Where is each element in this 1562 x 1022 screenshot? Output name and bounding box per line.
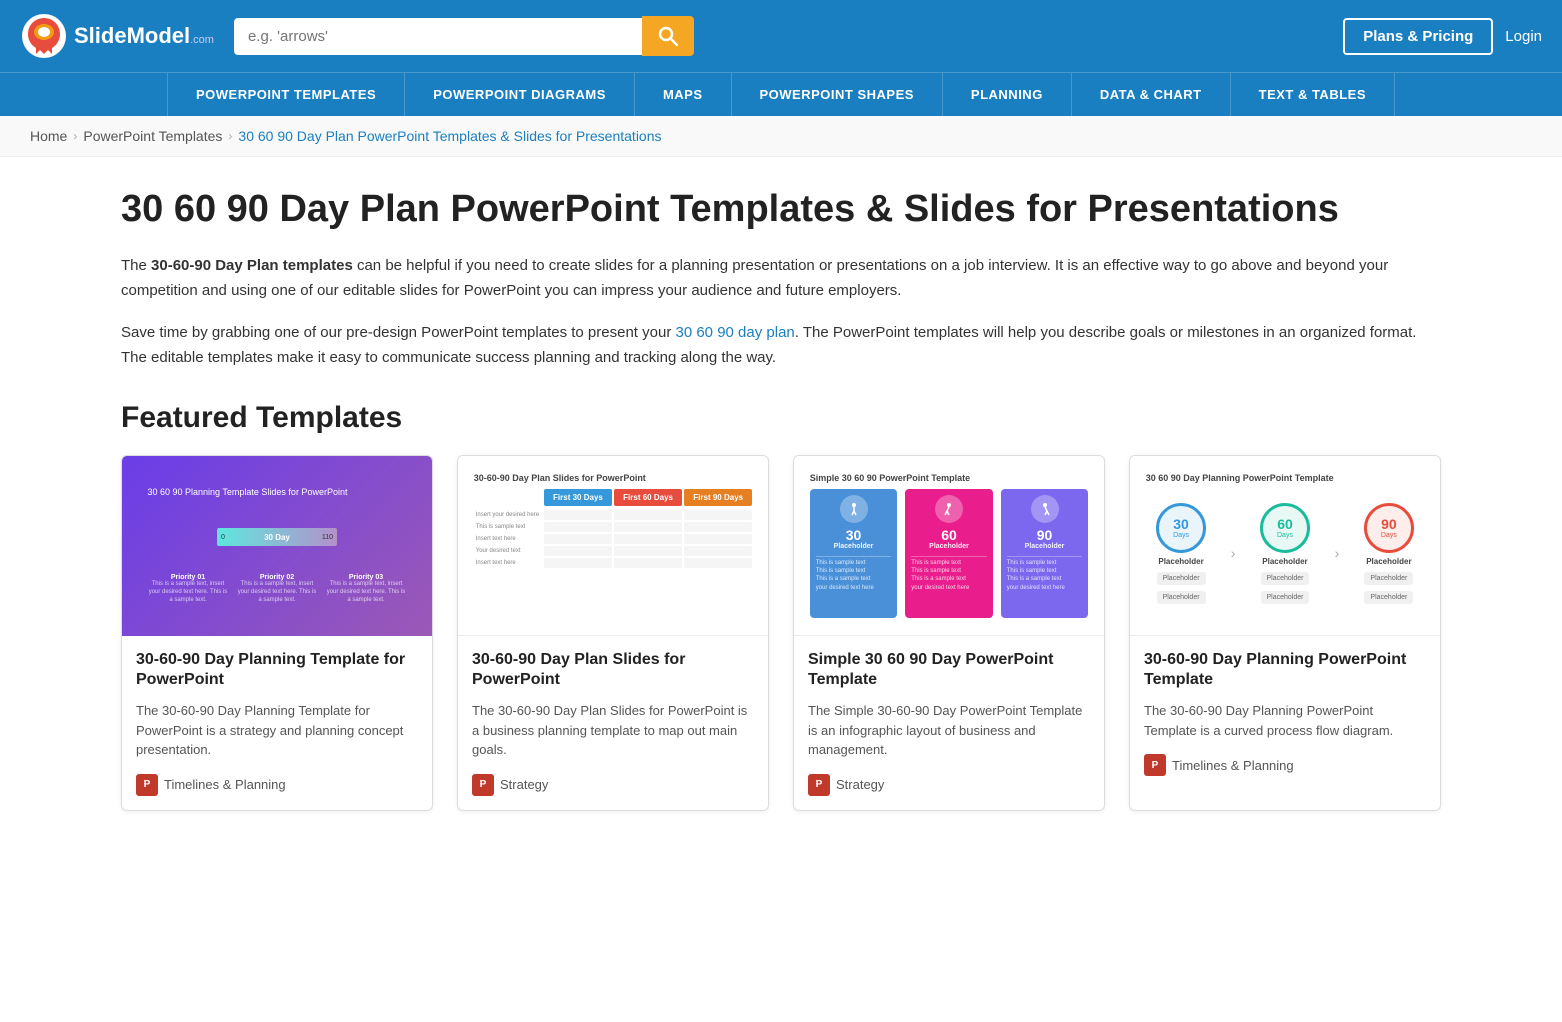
featured-templates-title: Featured Templates [121,401,1441,435]
search-button[interactable] [642,16,694,56]
description-2: Save time by grabbing one of our pre-des… [121,320,1441,371]
cards-grid: 30 60 90 Planning Template Slides for Po… [121,455,1441,811]
breadcrumb: Home › PowerPoint Templates › 30 60 90 D… [0,116,1562,157]
nav-data-chart[interactable]: DATA & CHART [1072,73,1231,116]
breadcrumb-current: 30 60 90 Day Plan PowerPoint Templates &… [238,128,661,144]
day-plan-link[interactable]: 30 60 90 day plan [675,324,794,341]
search-input[interactable] [234,18,642,55]
template-card-1[interactable]: 30 60 90 Planning Template Slides for Po… [121,455,433,811]
page-title: 30 60 90 Day Plan PowerPoint Templates &… [121,187,1441,233]
nav-powerpoint-shapes[interactable]: POWERPOINT SHAPES [732,73,943,116]
card-4-body: 30-60-90 Day Planning PowerPoint Templat… [1130,636,1440,791]
card-4-tag[interactable]: P Timelines & Planning [1144,754,1426,776]
logo[interactable]: SlideModel.com [20,12,214,60]
card-2-tag[interactable]: P Strategy [472,774,754,796]
card-4-title: 30-60-90 Day Planning PowerPoint Templat… [1144,650,1426,692]
nav-powerpoint-templates[interactable]: POWERPOINT TEMPLATES [167,73,405,116]
nav-text-tables[interactable]: TEXT & TABLES [1231,73,1395,116]
card-3-tag[interactable]: P Strategy [808,774,1090,796]
header-right: Plans & Pricing Login [1343,18,1542,55]
logo-icon [20,12,68,60]
breadcrumb-parent[interactable]: PowerPoint Templates [83,128,222,144]
breadcrumb-sep2: › [228,129,232,143]
card-4-mockup: 30 60 90 Day Planning PowerPoint Templat… [1138,465,1433,626]
card-2-image: 30-60-90 Day Plan Slides for PowerPoint … [458,456,768,636]
card-3-tag-label: Strategy [836,777,884,792]
card-4-ppt-icon: P [1144,754,1166,776]
card-3-desc: The Simple 30-60-90 Day PowerPoint Templ… [808,701,1090,760]
main-content: 30 60 90 Day Plan PowerPoint Templates &… [91,157,1471,841]
main-nav: POWERPOINT TEMPLATES POWERPOINT DIAGRAMS… [0,72,1562,116]
card-4-tag-label: Timelines & Planning [1172,758,1294,773]
logo-text: SlideModel.com [74,23,214,49]
card-3-title: Simple 30 60 90 Day PowerPoint Template [808,650,1090,692]
card-4-image: 30 60 90 Day Planning PowerPoint Templat… [1130,456,1440,636]
card-2-desc: The 30-60-90 Day Plan Slides for PowerPo… [472,701,754,760]
card-1-image: 30 60 90 Planning Template Slides for Po… [122,456,432,636]
search-icon [658,26,678,46]
person-sprint-icon [1038,502,1052,516]
card-1-ppt-icon: P [136,774,158,796]
card-2-ppt-icon: P [472,774,494,796]
header: SlideModel.com Plans & Pricing Login [0,0,1562,72]
template-card-2[interactable]: 30-60-90 Day Plan Slides for PowerPoint … [457,455,769,811]
search-area [234,16,694,56]
card-3-image: Simple 30 60 90 PowerPoint Template 30 P… [794,456,1104,636]
person-walk-icon [847,502,861,516]
nav-powerpoint-diagrams[interactable]: POWERPOINT DIAGRAMS [405,73,635,116]
template-card-3[interactable]: Simple 30 60 90 PowerPoint Template 30 P… [793,455,1105,811]
card-2-tag-label: Strategy [500,777,548,792]
card-2-title: 30-60-90 Day Plan Slides for PowerPoint [472,650,754,692]
description-1: The 30-60-90 Day Plan templates can be h… [121,253,1441,304]
card-1-tag-label: Timelines & Planning [164,777,286,792]
login-button[interactable]: Login [1505,28,1542,45]
card-3-body: Simple 30 60 90 Day PowerPoint Template … [794,636,1104,810]
person-run-icon [942,502,956,516]
nav-planning[interactable]: PLANNING [943,73,1072,116]
card-2-body: 30-60-90 Day Plan Slides for PowerPoint … [458,636,768,810]
card-1-mockup: 30 60 90 Planning Template Slides for Po… [138,465,417,627]
plans-pricing-button[interactable]: Plans & Pricing [1343,18,1493,55]
card-3-ppt-icon: P [808,774,830,796]
template-card-4[interactable]: 30 60 90 Day Planning PowerPoint Templat… [1129,455,1441,811]
card-1-title: 30-60-90 Day Planning Template for Power… [136,650,418,692]
breadcrumb-home[interactable]: Home [30,128,67,144]
card-4-desc: The 30-60-90 Day Planning PowerPoint Tem… [1144,701,1426,740]
nav-maps[interactable]: MAPS [635,73,732,116]
card-3-mockup: Simple 30 60 90 PowerPoint Template 30 P… [802,465,1097,626]
card-2-mockup: 30-60-90 Day Plan Slides for PowerPoint … [466,465,761,626]
card-1-desc: The 30-60-90 Day Planning Template for P… [136,701,418,760]
breadcrumb-sep1: › [73,129,77,143]
card-1-tag[interactable]: P Timelines & Planning [136,774,418,796]
card-1-body: 30-60-90 Day Planning Template for Power… [122,636,432,810]
